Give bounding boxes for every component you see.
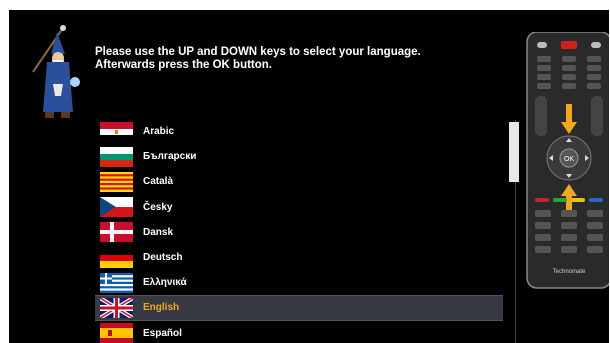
language-item-spanish[interactable]: Español (95, 321, 503, 343)
germany-flag-icon (100, 247, 133, 268)
language-label: Česky (143, 201, 173, 213)
language-item-english[interactable]: English (95, 295, 503, 321)
spain-flag-icon (100, 323, 133, 343)
language-item-danish[interactable]: Dansk (95, 220, 503, 245)
language-item-greek[interactable]: Ελληνικά (95, 270, 503, 295)
power-button-icon (561, 41, 577, 49)
language-label: Български (143, 151, 197, 163)
bulgaria-flag-icon (100, 146, 133, 167)
remote-control-image: OK Technomate (525, 31, 609, 290)
language-wizard-screen: Please use the UP and DOWN keys to selec… (9, 10, 609, 343)
denmark-flag-icon (100, 222, 133, 243)
mute-button-icon (537, 42, 547, 48)
catalonia-flag-icon (100, 171, 133, 192)
language-item-catalan[interactable]: Català (95, 169, 503, 194)
language-list: Arabic Български Català Česky Dansk Deut… (95, 119, 503, 343)
czech-flag-icon (100, 197, 133, 218)
greece-flag-icon (100, 272, 133, 293)
language-item-czech[interactable]: Česky (95, 195, 503, 220)
language-label: Español (143, 327, 182, 339)
wizard-mascot-image (32, 25, 80, 118)
instruction-line-1: Please use the UP and DOWN keys to selec… (95, 46, 421, 58)
language-item-german[interactable]: Deutsch (95, 245, 503, 270)
remote-control-icon: OK Technomate (526, 31, 609, 289)
uk-flag-icon (100, 297, 133, 318)
language-item-arabic[interactable]: Arabic (95, 119, 503, 144)
language-label: Català (143, 176, 174, 188)
scrollbar-thumb[interactable] (509, 122, 519, 182)
language-label: Arabic (143, 126, 175, 138)
egypt-flag-icon (100, 121, 133, 142)
instruction-text: Please use the UP and DOWN keys to selec… (95, 46, 421, 72)
language-label: Dansk (143, 226, 174, 238)
language-label: Ελληνικά (143, 277, 187, 289)
language-label: Deutsch (143, 252, 183, 264)
language-label: English (143, 302, 180, 314)
svg-text:Technomate: Technomate (553, 269, 586, 275)
language-item-bulgarian[interactable]: Български (95, 144, 503, 169)
instruction-line-2: Afterwards press the OK button. (95, 59, 272, 71)
svg-text:OK: OK (564, 156, 574, 163)
